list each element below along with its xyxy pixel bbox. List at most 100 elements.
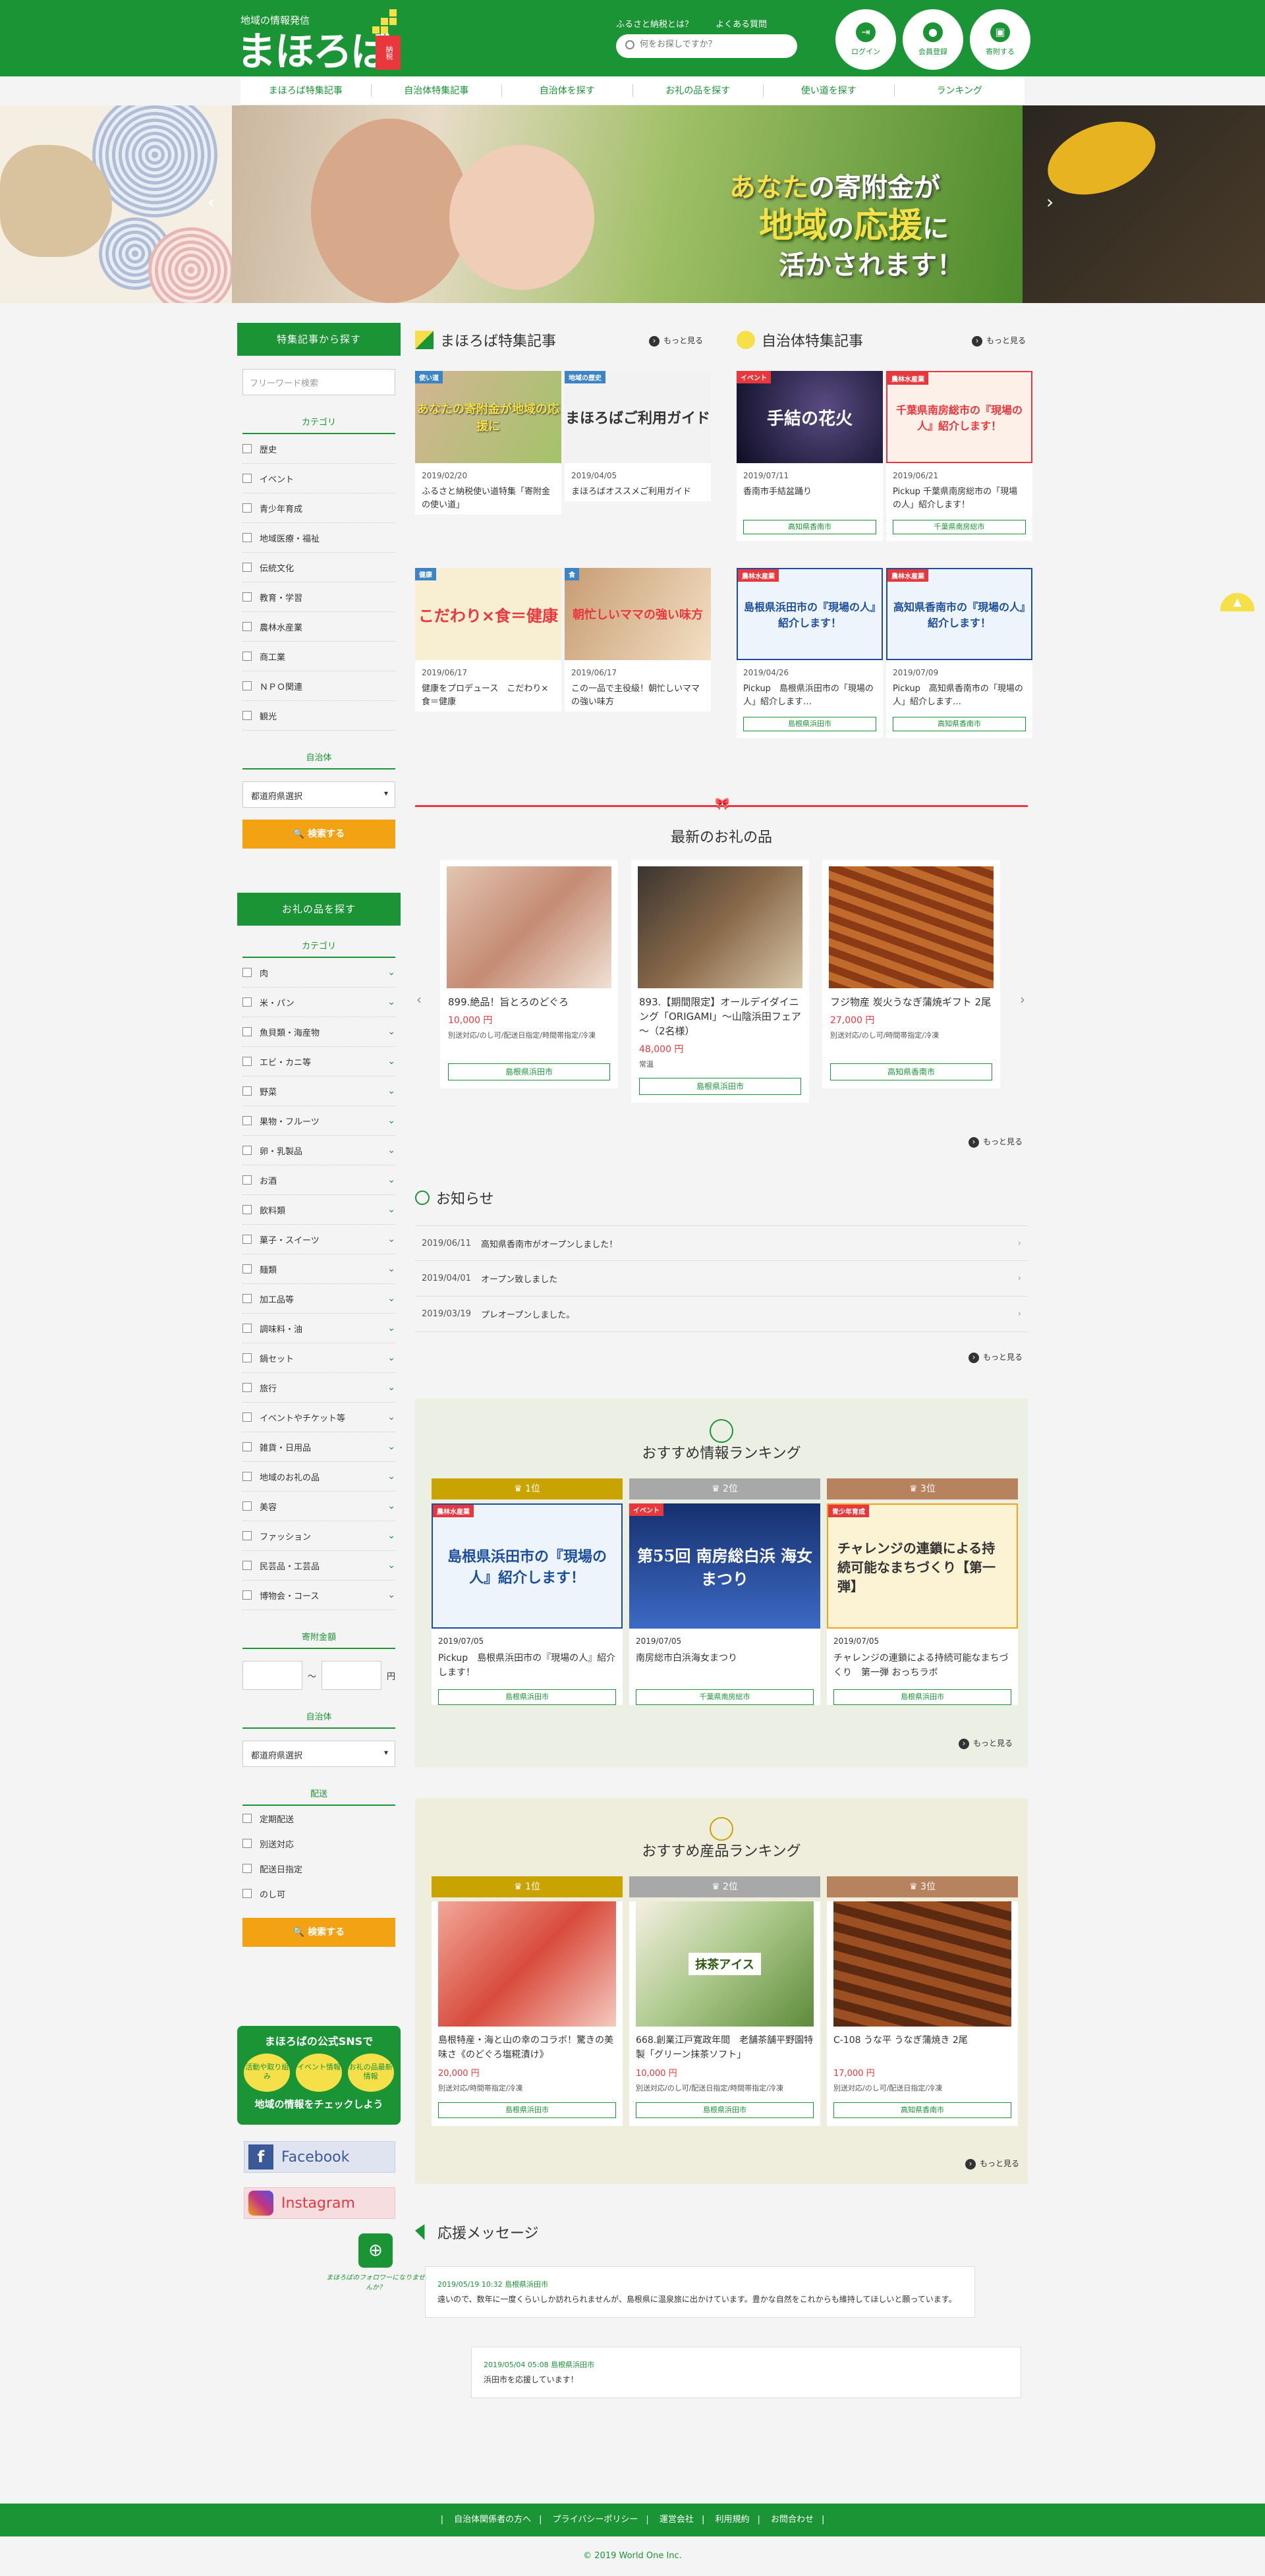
- chevron-down-icon[interactable]: ⌄: [387, 1412, 395, 1422]
- checkbox[interactable]: [242, 1116, 252, 1125]
- chevron-down-icon[interactable]: ⌄: [387, 1086, 395, 1096]
- chevron-down-icon[interactable]: ⌄: [387, 1145, 395, 1156]
- checkbox[interactable]: [242, 1146, 252, 1155]
- checkbox[interactable]: [242, 1353, 252, 1362]
- muni-article-card[interactable]: 農林水産業 高知県香南市の『現場の人』紹介します！ 2019/07/09 Pic…: [886, 568, 1032, 738]
- chevron-down-icon[interactable]: ⌄: [387, 1234, 395, 1245]
- follow-promo[interactable]: ⊕ まほろばのフォロワーになりませんか？: [326, 2233, 425, 2291]
- chevron-down-icon[interactable]: ⌄: [387, 1590, 395, 1600]
- mahoroba-article-card[interactable]: 地域の歴史 まほろばご利用ガイド 2019/04/05 まほろばオススメご利用ガ…: [565, 371, 711, 501]
- footer-link-municipality[interactable]: 自治体関係者の方へ: [454, 2515, 531, 2525]
- delivery-checkbox[interactable]: 定期配送: [242, 1806, 395, 1831]
- gift-category-item[interactable]: 野菜 ⌄: [242, 1077, 395, 1106]
- checkbox[interactable]: [242, 1531, 252, 1540]
- checkbox[interactable]: [242, 1057, 252, 1066]
- prefecture-link[interactable]: 島根県浜田市: [636, 2102, 814, 2118]
- product-ranking-item[interactable]: ♛ 3位 C-108 うな平 うなぎ蒲焼き 2尾 17,000 円 別送対応/の…: [827, 1876, 1018, 2126]
- gift-category-item[interactable]: 博物会・コース ⌄: [242, 1581, 395, 1610]
- footer-link-privacy[interactable]: プライバシーポリシー: [553, 2515, 638, 2525]
- chevron-down-icon[interactable]: ⌄: [387, 1560, 395, 1571]
- muni-article-card[interactable]: イベント 手結の花火 2019/07/11 香南市手結盆踊り 高知県香南市: [737, 371, 883, 541]
- checkbox[interactable]: [242, 1205, 252, 1214]
- news-more-link[interactable]: もっと見る: [969, 1351, 1023, 1363]
- category-checkbox[interactable]: 地域医療・福祉: [242, 523, 395, 553]
- mahoroba-article-card[interactable]: 健康 こだわり×食＝健康 2019/06/17 健康をプロデュース こだわり×食…: [415, 568, 561, 712]
- instagram-button[interactable]: Instagram: [244, 2187, 395, 2219]
- mahoroba-feature-more-link[interactable]: もっと見る: [649, 335, 703, 347]
- category-checkbox[interactable]: ＮＰＯ関連: [242, 671, 395, 701]
- gift-card[interactable]: 899.絶品！旨とろのどぐろ 10,000 円 別送対応/のし可/配送日指定/時…: [440, 860, 618, 1088]
- latest-gifts-more-link[interactable]: もっと見る: [969, 1136, 1023, 1148]
- checkbox[interactable]: [242, 1501, 252, 1511]
- checkbox[interactable]: [242, 652, 252, 661]
- delivery-checkbox[interactable]: 別送対応: [242, 1831, 395, 1856]
- category-checkbox[interactable]: 歴史: [242, 434, 395, 464]
- gift-category-item[interactable]: 麺類 ⌄: [242, 1254, 395, 1284]
- chevron-down-icon[interactable]: ⌄: [387, 1264, 395, 1274]
- info-ranking-item[interactable]: ♛ 3位 青少年育成 チャレンジの連鎖による持続可能なまちづくり【第一弾】 20…: [827, 1478, 1018, 1712]
- prefecture-link[interactable]: 島根県浜田市: [743, 717, 876, 731]
- chevron-down-icon[interactable]: ⌄: [387, 1026, 395, 1037]
- muni-article-card[interactable]: 農林水産業 島根県浜田市の『現場の人』紹介します！ 2019/04/26 Pic…: [737, 568, 883, 738]
- prefecture-link[interactable]: 島根県浜田市: [448, 1063, 610, 1080]
- category-checkbox[interactable]: 観光: [242, 701, 395, 731]
- nav-ranking[interactable]: ランキング: [895, 84, 1025, 97]
- checkbox[interactable]: [242, 1086, 252, 1096]
- checkbox[interactable]: [242, 1294, 252, 1303]
- site-logo[interactable]: 地域の情報発信 まほろば 納税: [237, 9, 405, 75]
- checkbox[interactable]: [242, 1175, 252, 1185]
- delivery-checkbox[interactable]: 配送日指定: [242, 1856, 395, 1881]
- checkbox[interactable]: [242, 1590, 252, 1600]
- about-link[interactable]: ふるさと納税とは？: [616, 20, 693, 30]
- mahoroba-article-card[interactable]: 食 朝忙しいママの強い味方 2019/06/17 この一品で主役級！朝忙しいママ…: [565, 568, 711, 712]
- checkbox[interactable]: [242, 1413, 252, 1422]
- prefecture-link[interactable]: 千葉県南房総市: [893, 520, 1026, 534]
- gift-prefecture-select[interactable]: 都道府県選択: [242, 1741, 395, 1767]
- checkbox[interactable]: [242, 997, 252, 1007]
- category-checkbox[interactable]: 農林水産業: [242, 612, 395, 642]
- chevron-down-icon[interactable]: ⌄: [387, 1293, 395, 1304]
- checkbox[interactable]: [242, 681, 252, 690]
- gift-category-item[interactable]: 加工品等 ⌄: [242, 1284, 395, 1314]
- sns-banner[interactable]: まほろばの公式SNSで 活動や取り組み イベント情報 お礼の品最新情報 地域の情…: [237, 2026, 401, 2125]
- checkbox[interactable]: [242, 1383, 252, 1392]
- keyword-input[interactable]: フリーワード検索: [242, 369, 395, 395]
- chevron-down-icon[interactable]: ⌄: [387, 1323, 395, 1333]
- news-row[interactable]: 2019/06/11 高知県香南市がオープンしました！ ›: [415, 1225, 1028, 1261]
- gift-category-item[interactable]: イベントやチケット等 ⌄: [242, 1403, 395, 1432]
- chevron-down-icon[interactable]: ⌄: [387, 1382, 395, 1393]
- gift-category-item[interactable]: 地域のお礼の品 ⌄: [242, 1462, 395, 1492]
- scroll-top-button[interactable]: ▲: [1220, 593, 1254, 611]
- checkbox[interactable]: [242, 711, 252, 720]
- news-row[interactable]: 2019/04/01 オープン致しました ›: [415, 1261, 1028, 1297]
- footer-link-contact[interactable]: お問合わせ: [771, 2515, 814, 2525]
- chevron-down-icon[interactable]: ⌄: [387, 1115, 395, 1126]
- article-search-button[interactable]: 🔍 検索する: [242, 820, 395, 849]
- checkbox[interactable]: [242, 1839, 252, 1848]
- checkbox[interactable]: [242, 1561, 252, 1570]
- hero-slide[interactable]: あなたの寄附金が 地域の応援に 活かされます！: [232, 105, 1023, 303]
- chevron-down-icon[interactable]: ⌄: [387, 1056, 395, 1067]
- checkbox[interactable]: [242, 1442, 252, 1451]
- footer-link-terms[interactable]: 利用規約: [715, 2515, 749, 2525]
- checkbox[interactable]: [242, 622, 252, 631]
- gift-category-item[interactable]: 旅行 ⌄: [242, 1373, 395, 1403]
- gift-category-item[interactable]: エビ・カニ等 ⌄: [242, 1047, 395, 1077]
- carousel-prev-arrow[interactable]: ‹: [208, 191, 215, 213]
- nav-muni-feature[interactable]: 自治体特集記事: [372, 84, 502, 97]
- search-input[interactable]: [640, 40, 785, 49]
- info-ranking-item[interactable]: ♛ 2位 イベント 第55回 南房総白浜 海女まつり 2019/07/05 南房…: [629, 1478, 820, 1712]
- checkbox[interactable]: [242, 1235, 252, 1244]
- checkbox[interactable]: [242, 474, 252, 483]
- muni-feature-more-link[interactable]: もっと見る: [972, 335, 1026, 347]
- category-checkbox[interactable]: 青少年育成: [242, 493, 395, 523]
- gift-category-item[interactable]: ファッション ⌄: [242, 1521, 395, 1551]
- faq-link[interactable]: よくある質問: [716, 20, 767, 30]
- news-row[interactable]: 2019/03/19 プレオープンしました。 ›: [415, 1297, 1028, 1332]
- prefecture-link[interactable]: 高知県香南市: [743, 520, 876, 534]
- login-button[interactable]: ⇥ ログイン: [835, 9, 896, 70]
- info-ranking-more-link[interactable]: もっと見る: [959, 1737, 1013, 1749]
- chevron-down-icon[interactable]: ⌄: [387, 1530, 395, 1541]
- gift-category-item[interactable]: お酒 ⌄: [242, 1165, 395, 1195]
- prefecture-select[interactable]: 都道府県選択: [242, 781, 395, 808]
